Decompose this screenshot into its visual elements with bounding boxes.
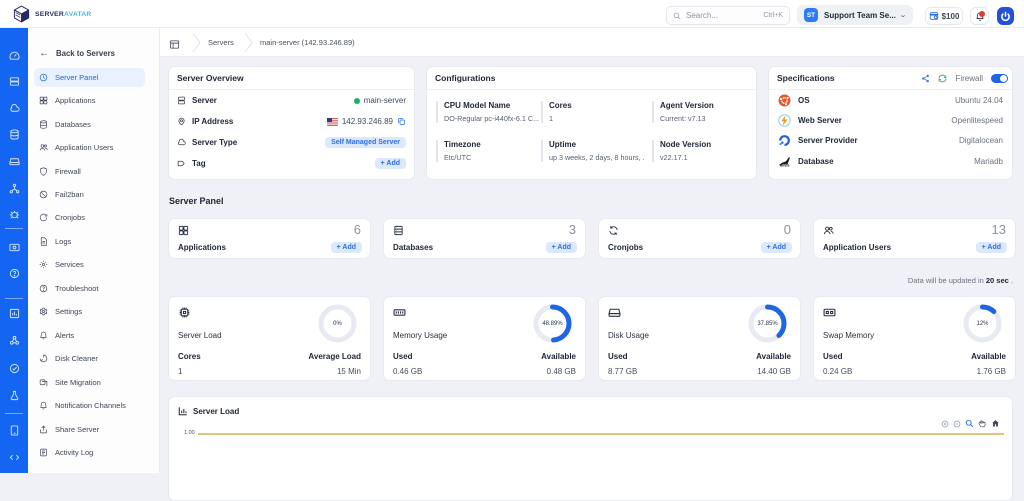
svg-text:MariaDB: MariaDB bbox=[780, 166, 790, 168]
